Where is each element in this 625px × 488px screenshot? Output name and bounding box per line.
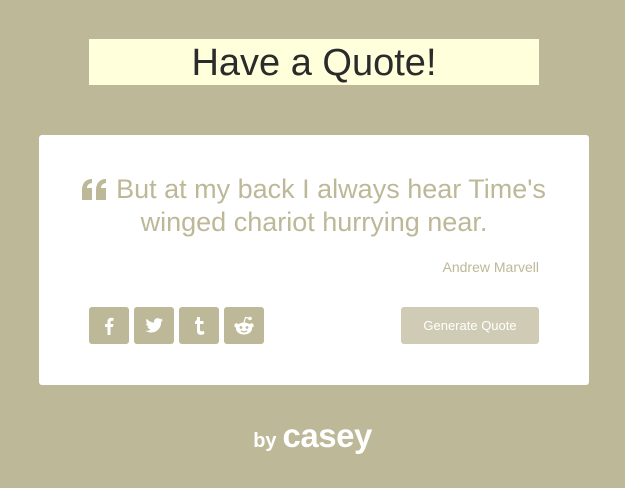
quote-block: But at my back I always hear Time's wing… bbox=[59, 173, 569, 239]
generate-quote-button[interactable]: Generate Quote bbox=[401, 307, 539, 344]
twitter-share-button[interactable] bbox=[134, 307, 174, 344]
reddit-share-button[interactable] bbox=[224, 307, 264, 344]
title-banner: Have a Quote! bbox=[89, 39, 539, 85]
footer-by-label: by bbox=[253, 430, 277, 452]
tumblr-icon bbox=[194, 316, 205, 335]
reddit-icon bbox=[233, 316, 255, 336]
footer-credit: by casey bbox=[0, 417, 625, 455]
twitter-icon bbox=[145, 318, 163, 333]
facebook-share-button[interactable] bbox=[89, 307, 129, 344]
quote-author: Andrew Marvell bbox=[442, 259, 539, 275]
page-title: Have a Quote! bbox=[191, 42, 437, 84]
author-credit-link[interactable]: casey bbox=[283, 417, 373, 454]
facebook-icon bbox=[104, 317, 114, 335]
share-buttons bbox=[89, 307, 264, 344]
quote-card: But at my back I always hear Time's wing… bbox=[39, 135, 589, 385]
quote-text: But at my back I always hear Time's wing… bbox=[116, 174, 546, 237]
quote-left-icon bbox=[82, 179, 108, 200]
tumblr-share-button[interactable] bbox=[179, 307, 219, 344]
